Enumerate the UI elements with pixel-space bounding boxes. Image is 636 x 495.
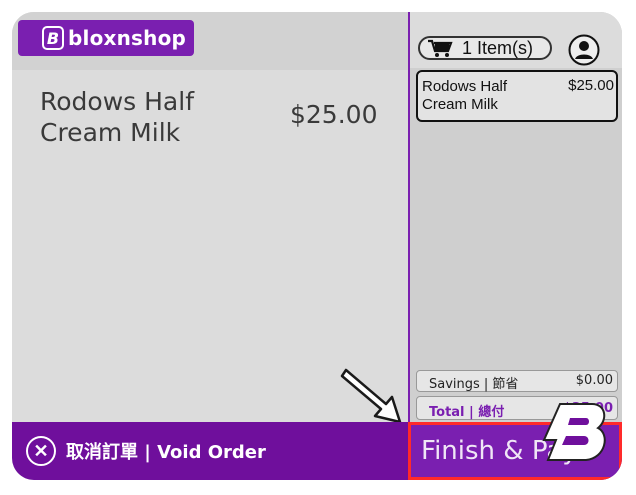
savings-row: Savings | 節省 $0.00 — [416, 370, 618, 392]
total-label: Total | 總付 — [429, 405, 505, 420]
brand-letter: B — [42, 26, 64, 50]
header-bar: B bloxnshop — [12, 12, 408, 70]
cart-icon — [428, 39, 453, 57]
cart-item-price: $25.00 — [568, 77, 614, 94]
panel-divider — [408, 12, 410, 422]
cart-count-button[interactable]: 1 Item(s) — [418, 36, 552, 60]
user-icon[interactable] — [568, 34, 600, 66]
b-watermark-icon — [542, 403, 606, 461]
void-order-label: 取消訂單 | Void Order — [66, 442, 266, 463]
pointer-arrow-icon — [340, 368, 402, 424]
savings-label: Savings | 節省 — [429, 377, 519, 392]
product-panel: B bloxnshop Rodows Half Cream Milk $25.0… — [12, 12, 408, 422]
product-name: Rodows Half Cream Milk — [40, 87, 194, 147]
void-order-button[interactable]: ✕ 取消訂單 | Void Order — [26, 434, 266, 468]
close-icon: ✕ — [26, 436, 56, 466]
brand-name: bloxnshop — [68, 26, 187, 50]
action-bar: ✕ 取消訂單 | Void Order Finish & Pay › — [12, 422, 622, 480]
cart-count: 1 Item(s) — [462, 37, 534, 58]
brand-logo: B bloxnshop — [18, 20, 194, 56]
kiosk-screen: B bloxnshop Rodows Half Cream Milk $25.0… — [12, 12, 622, 480]
product-price: $25.00 — [290, 100, 378, 129]
cart-item[interactable]: Rodows Half Cream Milk $25.00 — [416, 70, 618, 122]
savings-value: $0.00 — [575, 373, 613, 388]
cart-item-name: Rodows Half Cream Milk — [422, 78, 508, 113]
